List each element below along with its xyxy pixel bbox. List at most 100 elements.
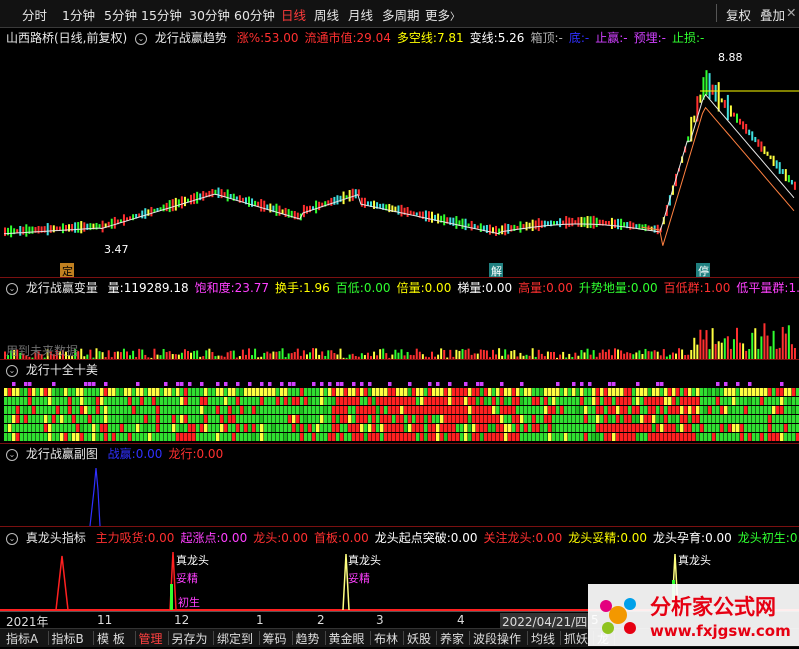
indicator-tab[interactable]: 波段操作 [473, 630, 521, 647]
heat-cell [588, 415, 592, 423]
heat-cell [64, 433, 68, 441]
heat-cell [544, 424, 548, 432]
indicator-tab[interactable]: 布林 [374, 630, 398, 647]
signal-label-chusheng: 初生 [178, 595, 200, 609]
period-tab-weekly[interactable]: 周线 [314, 5, 339, 24]
period-tab-daily[interactable]: 日线 [281, 5, 306, 24]
heat-cell [180, 433, 184, 441]
heat-cell [196, 388, 200, 396]
heat-cell [788, 424, 792, 432]
close-icon[interactable]: ✕ [786, 5, 796, 20]
heat-cell [448, 433, 452, 441]
candle [366, 201, 369, 206]
heat-cell [308, 433, 312, 441]
toolbar-divider [716, 4, 717, 22]
heat-cell [648, 433, 652, 441]
indicator-tab[interactable]: 模 板 [97, 630, 125, 647]
heat-cell [628, 433, 632, 441]
heat-cell [136, 424, 140, 432]
indicator-tab[interactable]: 筹码 [263, 630, 287, 647]
period-tab-multi[interactable]: 多周期 [382, 5, 420, 24]
candle [586, 216, 589, 229]
heat-cell [136, 433, 140, 441]
heat-cell [380, 397, 384, 405]
settings-circle-icon[interactable]: ⌄ [6, 532, 18, 545]
indicator-tab[interactable]: 均线 [531, 630, 555, 647]
panel5-title[interactable]: 真龙头指标 [26, 531, 86, 545]
indicator-tab[interactable]: 另存为 [172, 630, 208, 647]
indicator-tab[interactable]: 绑定到 [217, 630, 253, 647]
indicator-tab[interactable]: 指标A [6, 630, 38, 647]
period-tab-5[interactable]: 30分钟 [189, 5, 230, 24]
heat-cell [228, 397, 232, 405]
heat-cell [756, 388, 760, 396]
sub-chart[interactable] [0, 460, 799, 526]
indicator-tab[interactable]: 抓妖 [564, 630, 588, 647]
heat-cell [352, 415, 356, 423]
period-tab-monthly[interactable]: 月线 [348, 5, 373, 24]
heat-cell [532, 388, 536, 396]
heat-cell [112, 397, 116, 405]
candle [467, 223, 470, 227]
heat-cell [168, 415, 172, 423]
settings-circle-icon[interactable]: ⌄ [6, 364, 18, 377]
panel2-title[interactable]: 龙行战赢变量 [26, 281, 98, 295]
heat-top-marker [716, 382, 720, 386]
heat-cell [116, 433, 120, 441]
heat-cell [592, 406, 596, 414]
settings-circle-icon[interactable]: ⌄ [6, 282, 18, 295]
heat-cell [324, 388, 328, 396]
period-tab-1[interactable]: 分时 [22, 5, 47, 24]
period-more-button[interactable]: 更多〉 [425, 5, 460, 24]
period-tab-6[interactable]: 60分钟 [234, 5, 275, 24]
indicator-tab[interactable]: 黄金眼 [329, 630, 365, 647]
heat-cell [220, 397, 224, 405]
heat-cell [652, 397, 656, 405]
candle [241, 197, 244, 202]
heat-cell [384, 397, 388, 405]
heat-cell [536, 424, 540, 432]
heat-cell [604, 415, 608, 423]
heat-cell [352, 433, 356, 441]
heat-cell [128, 433, 132, 441]
volume-chart[interactable]: 用到未来数据 [0, 294, 799, 360]
heat-cell [144, 415, 148, 423]
indicator-tab[interactable]: 趋势 [296, 630, 320, 647]
indicator-tab[interactable]: 养家 [440, 630, 464, 647]
indicator-tab[interactable]: 妖股 [407, 630, 431, 647]
period-tab-2[interactable]: 1分钟 [62, 5, 95, 24]
heat-cell [124, 388, 128, 396]
heat-cell [448, 406, 452, 414]
adjust-button[interactable]: 复权 [726, 5, 751, 24]
tab-divider [370, 631, 371, 645]
settings-circle-icon[interactable]: ⌄ [6, 448, 18, 461]
heat-cell [48, 415, 52, 423]
heat-cell [40, 424, 44, 432]
heat-cell [784, 406, 788, 414]
heat-cell [28, 415, 32, 423]
heat-cell [276, 397, 280, 405]
heat-cell [680, 424, 684, 432]
tab-divider [469, 631, 470, 645]
candle [183, 196, 186, 207]
panel3-title[interactable]: 龙行十全十美 [26, 363, 98, 377]
overlay-button[interactable]: 叠加 [760, 5, 785, 24]
indicator-tab[interactable]: 管理 [139, 630, 163, 647]
indicator-tab[interactable]: 指标B [52, 630, 84, 647]
heat-cell [276, 415, 280, 423]
period-tab-3[interactable]: 5分钟 [104, 5, 137, 24]
heat-cell [672, 415, 676, 423]
heat-cell [512, 388, 516, 396]
price-chart[interactable]: 8.88 3.47 定 解 停 [0, 42, 799, 278]
candle [275, 203, 278, 216]
panel4-title[interactable]: 龙行战赢副图 [26, 447, 98, 461]
period-tab-4[interactable]: 15分钟 [141, 5, 182, 24]
heat-cell [256, 406, 260, 414]
heat-cell [772, 406, 776, 414]
heat-cell [752, 424, 756, 432]
panel-divider [0, 443, 799, 444]
marker-ting-label: 停 [698, 264, 709, 278]
heat-cell [340, 406, 344, 414]
heat-cell [624, 397, 628, 405]
heatmap-chart[interactable] [0, 378, 799, 444]
